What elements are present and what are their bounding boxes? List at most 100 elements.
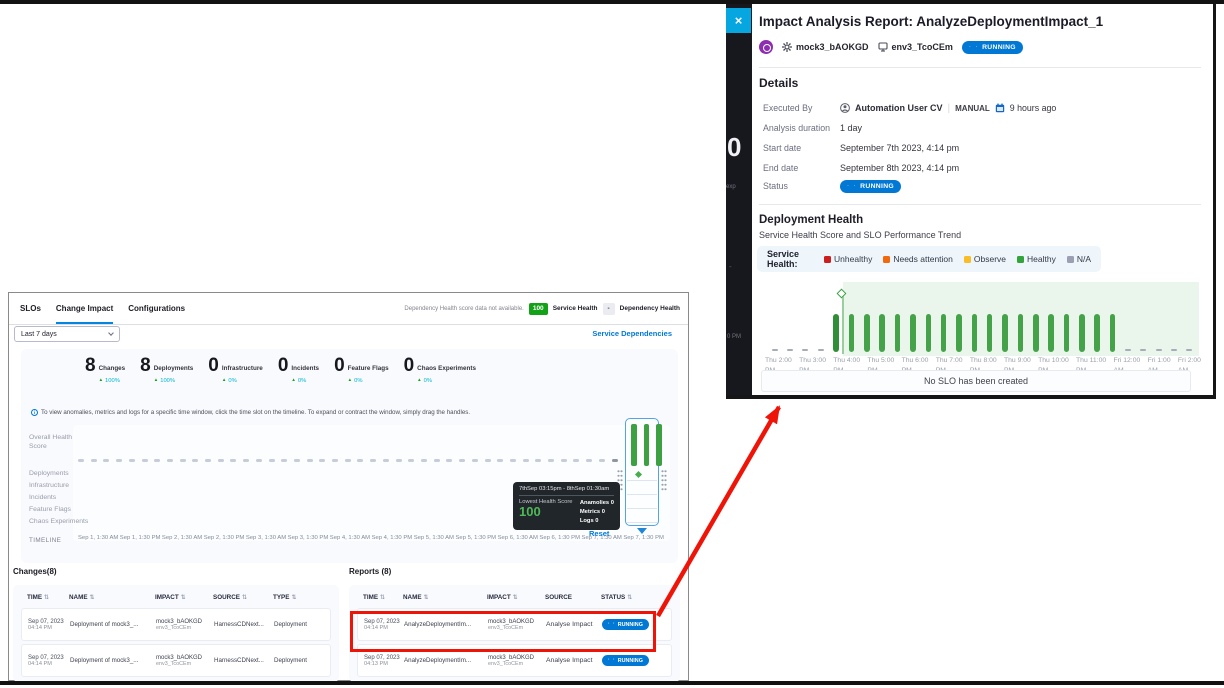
timeline-tick: Sep 4, 1:30 AM (330, 535, 370, 541)
metric-percent: 100% (105, 378, 120, 384)
reset-link[interactable]: Reset (589, 529, 609, 538)
chevron-down-icon (108, 330, 114, 336)
column-header-impact[interactable]: IMPACT⇅ (487, 594, 545, 601)
row-time: 04:14 PM (28, 661, 70, 667)
column-header-name[interactable]: NAME⇅ (69, 594, 155, 601)
tooltip-divider (519, 495, 614, 496)
chart-slot (997, 314, 1012, 352)
cell-type: Deployment (274, 621, 330, 628)
spinner-icon: · · (608, 622, 616, 627)
column-header-name[interactable]: NAME⇅ (403, 594, 487, 601)
close-icon[interactable]: × (726, 8, 751, 33)
table-header-row: TIME⇅NAME⇅IMPACT⇅SOURCE⇅TYPE⇅ (21, 589, 331, 605)
detail-label: End date (763, 163, 840, 173)
healthy-bar (1110, 314, 1116, 352)
table-row[interactable]: Sep 07, 202304:14 PMDeployment of mock3_… (21, 608, 331, 641)
service-name: mock3_bAOKGD (796, 42, 869, 52)
bottom-border (0, 681, 1224, 685)
healthy-bar (972, 314, 978, 352)
srm-module-icon (759, 40, 773, 54)
cell-time: Sep 07, 202304:13 PM (358, 655, 404, 667)
legend-swatch (1017, 256, 1024, 263)
column-header-time[interactable]: TIME⇅ (357, 594, 403, 601)
column-header-label: IMPACT (487, 594, 511, 601)
underlay-fragment: 0 (727, 132, 741, 163)
executed-by-row: Executed By Automation User CV | MANUAL … (763, 98, 1203, 118)
metric-value: 8 (140, 356, 151, 384)
table-row[interactable]: Sep 07, 202304:14 PMDeployment of mock3_… (21, 644, 331, 677)
metric-detail: Incidents▲0% (291, 356, 319, 384)
health-summary: Dependency Health score data not availab… (404, 293, 680, 324)
tick-line1: Thu 6:00 (902, 356, 929, 366)
column-header-status[interactable]: STATUS⇅ (601, 594, 672, 601)
status-text: RUNNING (982, 44, 1016, 51)
healthy-bar (956, 314, 962, 352)
healthy-bar (1079, 314, 1085, 352)
timeline-selection-window[interactable] (625, 418, 659, 526)
spinner-icon: · · (969, 44, 979, 50)
na-dash (281, 459, 287, 462)
table-row[interactable]: Sep 07, 202304:13 PMAnalyzeDeploymentIm.… (357, 644, 672, 677)
tick-line1: Thu 3:00 (799, 356, 826, 366)
status-row-label: Status (763, 181, 840, 191)
metric-value: 8 (85, 356, 96, 384)
table-row[interactable]: Sep 07, 202304:14 PMAnalyzeDeploymentIm.… (357, 608, 672, 641)
na-dash (218, 459, 224, 462)
chart-slot (859, 314, 874, 352)
legend-item-observe: Observe (964, 254, 1006, 264)
column-header-label: TIME (363, 594, 378, 601)
environment-icon (878, 42, 888, 52)
column-header-time[interactable]: TIME⇅ (21, 594, 69, 601)
tab-slos[interactable]: SLOs (20, 293, 41, 324)
na-dash (561, 459, 567, 462)
dimmed-underlay-strip: × 0 exp - 0 PM (726, 4, 752, 395)
right-drag-handle[interactable] (661, 469, 667, 491)
na-dash (573, 459, 579, 462)
time-range-dropdown[interactable]: Last 7 days (14, 326, 120, 342)
sort-icon: ⇅ (380, 595, 385, 601)
tab-configurations[interactable]: Configurations (128, 293, 185, 324)
legend-item-needs-attention: Needs attention (883, 254, 953, 264)
impact-environment: env3_TcoCEm (488, 625, 546, 631)
health-bar (656, 424, 662, 466)
timeline-row-infrastructure: Infrastructure (29, 481, 69, 490)
metric-trend: ▲0% (417, 378, 476, 384)
metric-value: 0 (278, 356, 289, 384)
tab-list: SLOs Change Impact Configurations (20, 293, 185, 324)
underlay-fragment: - (729, 262, 732, 271)
executed-by-user: Automation User CV (855, 103, 943, 113)
detail-label: Analysis duration (763, 123, 840, 133)
tooltip-score: 100 (519, 505, 573, 519)
chart-slot (1013, 314, 1028, 352)
na-dash (357, 459, 363, 462)
na-dash (1171, 349, 1177, 352)
na-dash (497, 459, 503, 462)
tick-line1: Thu 10:00 (1038, 356, 1069, 366)
tick-line1: Fri 2:00 (1178, 356, 1201, 366)
column-header-impact[interactable]: IMPACT⇅ (155, 594, 213, 601)
na-dash (78, 459, 84, 462)
healthy-bar (833, 314, 839, 352)
na-dash (142, 459, 148, 462)
tooltip-stats: Anamolies 0Metrics 0Logs 0 (580, 499, 614, 526)
column-header-type[interactable]: TYPE⇅ (273, 594, 331, 601)
metric-trend: ▲100% (99, 378, 126, 384)
tab-change-impact[interactable]: Change Impact (56, 293, 113, 324)
healthy-bar (941, 314, 947, 352)
cell-time: Sep 07, 202304:14 PM (358, 619, 404, 631)
legend-item-n-a: N/A (1067, 254, 1091, 264)
chart-slot (1151, 349, 1166, 353)
cell-name: AnalyzeDeploymentIm... (404, 621, 488, 628)
chart-slot (921, 314, 936, 352)
na-dash (1156, 349, 1162, 352)
healthy-bar (895, 314, 901, 352)
legend-label: N/A (1077, 254, 1091, 264)
metric-value: 0 (334, 356, 345, 384)
service-dependencies-link[interactable]: Service Dependencies (592, 329, 672, 338)
dependency-health-label: Dependency Health (620, 305, 680, 312)
na-dash (802, 349, 808, 352)
column-header-source[interactable]: SOURCE⇅ (213, 594, 273, 601)
na-dash (332, 459, 338, 462)
na-dash (370, 459, 376, 462)
detail-row-end-date: End dateSeptember 8th 2023, 4:14 pm (763, 158, 1203, 178)
